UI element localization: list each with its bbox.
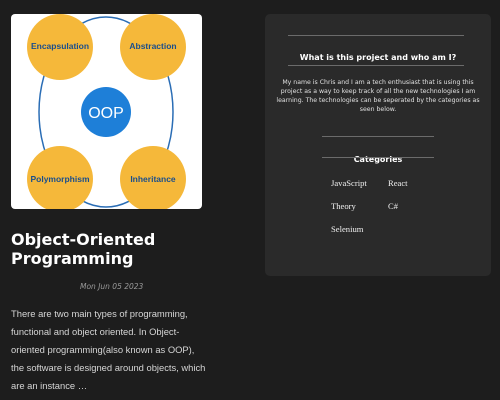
quadrant-label-inheritance: Inheritance — [130, 174, 176, 184]
quadrant-label-abstraction: Abstraction — [129, 41, 176, 51]
oop-diagram: OOP Encapsulation Abstraction Polymorphi… — [27, 14, 186, 209]
category-link-javascript[interactable]: JavaScript — [331, 178, 367, 188]
about-heading: What is this project and who am I? — [299, 53, 457, 62]
category-link-react[interactable]: React — [388, 178, 408, 188]
post-title[interactable]: Object-Oriented Programming — [11, 230, 211, 268]
category-link-theory[interactable]: Theory — [331, 201, 356, 211]
about-heading-divider — [288, 65, 464, 66]
about-card: What is this project and who am I? My na… — [265, 14, 491, 276]
quadrant-label-encapsulation: Encapsulation — [31, 41, 89, 51]
categories-top-divider — [322, 136, 434, 137]
quadrant-label-polymorphism: Polymorphism — [30, 174, 89, 184]
oop-center-label: OOP — [88, 105, 124, 122]
post-date: Mon Jun 05 2023 — [80, 282, 144, 291]
category-link-csharp[interactable]: C# — [388, 201, 398, 211]
post-excerpt: There are two main types of programming,… — [11, 308, 206, 391]
about-top-divider — [288, 35, 464, 36]
post-thumbnail-oop-diagram[interactable]: OOP Encapsulation Abstraction Polymorphi… — [11, 14, 202, 209]
about-description: My name is Chris and I am a tech enthusi… — [276, 79, 480, 113]
category-link-selenium[interactable]: Selenium — [331, 224, 363, 234]
categories-heading-divider — [322, 157, 434, 158]
